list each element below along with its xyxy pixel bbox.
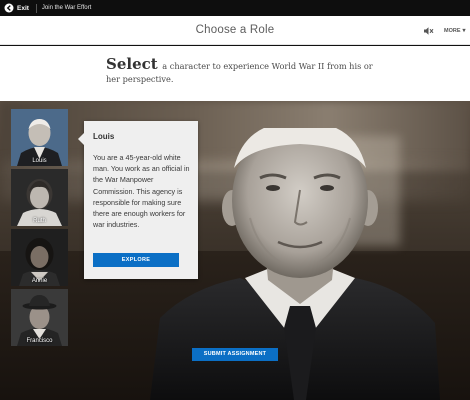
card-character-name: Louis: [93, 132, 115, 141]
character-annie[interactable]: Annie: [11, 229, 68, 286]
character-info-card: Louis You are a 45-year-old white man. Y…: [78, 121, 198, 279]
intro-heading: Select: [106, 55, 158, 73]
exit-label: Exit: [17, 4, 29, 12]
breadcrumb[interactable]: Join the War Effort: [42, 5, 91, 11]
more-menu[interactable]: MORE ▾: [444, 27, 466, 35]
more-label: MORE: [444, 27, 461, 34]
caret-down-icon: ▾: [462, 28, 466, 34]
character-louis[interactable]: Louis: [11, 109, 68, 166]
character-list: Louis Ruth Annie Francisco: [11, 109, 68, 349]
intro-text: Select a character to experience World W…: [106, 55, 376, 85]
character-name: Louis: [32, 158, 47, 164]
back-arrow-icon: [4, 3, 14, 13]
card-description: You are a 45-year-old white man. You wor…: [93, 153, 190, 230]
character-ruth[interactable]: Ruth: [11, 169, 68, 226]
page-title: Choose a Role: [195, 24, 275, 36]
intro-panel: Select a character to experience World W…: [0, 46, 470, 101]
character-scene: Louis Ruth Annie Francisco Louis You are…: [0, 101, 470, 400]
character-name: Ruth: [33, 218, 46, 224]
submit-assignment-button[interactable]: SUBMIT ASSIGNMENT: [192, 348, 278, 361]
character-name: Annie: [31, 278, 48, 284]
explore-button[interactable]: EXPLORE: [93, 253, 179, 267]
header: Choose a Role MORE ▾: [0, 16, 470, 45]
speaker-muted-icon[interactable]: [423, 26, 434, 36]
character-francisco[interactable]: Francisco: [11, 289, 68, 346]
top-bar: Exit Join the War Effort: [0, 0, 470, 16]
exit-button[interactable]: Exit: [0, 0, 35, 16]
character-name: Francisco: [26, 338, 53, 344]
card-pointer: [78, 133, 84, 145]
divider: [35, 3, 37, 13]
